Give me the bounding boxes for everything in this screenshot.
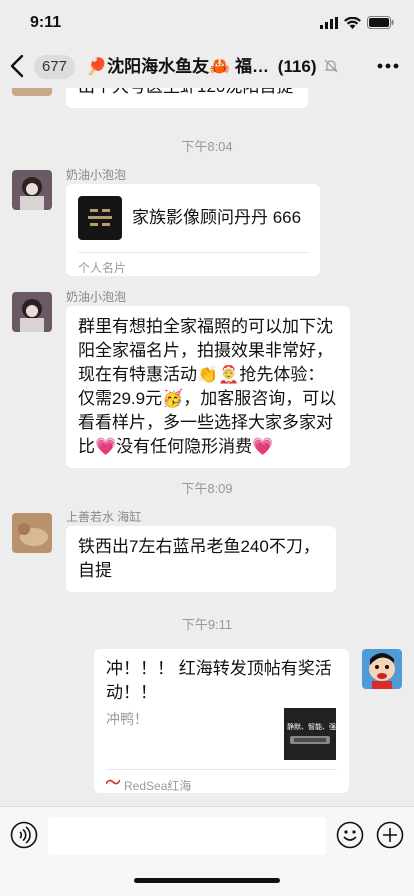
back-button[interactable] (10, 54, 30, 80)
prev-message-text: 出个大号医生虾120沈阳自提 (78, 88, 293, 96)
fish-message-text: 铁西出7左右蓝吊老鱼240不刀，自提 (78, 537, 320, 580)
promo-message-text: 群里有想拍全家福照的可以加下沈阳全家福名片，拍摄效果非常好，现在有特惠活动👏🤶抢… (78, 317, 337, 456)
my-avatar[interactable] (362, 649, 402, 689)
unread-count-badge[interactable]: 677 (34, 55, 76, 79)
sender-name: 奶油小泡泡 (66, 168, 127, 182)
battery-icon (367, 16, 394, 29)
divider (78, 252, 308, 253)
wifi-icon (344, 16, 361, 29)
prev-sender-avatar[interactable] (12, 88, 52, 96)
timestamp: 下午9:11 (181, 617, 233, 632)
more-dots-icon (377, 63, 399, 69)
link-card[interactable]: 冲！！！ 红海转发顶帖有奖活动！！ 冲鸭！ 静默、智能、强劲 RedSea红海 (94, 649, 349, 793)
contact-card-label: 个人名片 (78, 261, 127, 275)
link-card-description: 冲鸭！ (106, 711, 148, 727)
sender-avatar[interactable] (12, 292, 52, 332)
more-options-button[interactable] (376, 56, 400, 76)
mute-bell-icon (324, 59, 338, 73)
member-count: (116) (277, 57, 317, 76)
timestamp: 下午8:04 (181, 139, 233, 154)
avatar-image-icon (12, 170, 52, 210)
contact-card[interactable]: 家族影像顾问丹丹 666 个人名片 (66, 184, 320, 276)
link-card-title: 冲！！！ 红海转发顶帖有奖活动！！ (106, 659, 332, 702)
chat-title: 🏓沈阳海水鱼友🦀 福… (116) (86, 55, 356, 79)
status-bar: 9:11 (0, 0, 414, 46)
status-icons (320, 16, 394, 29)
sender-name: 上善若水 海缸 (66, 510, 142, 524)
cartoon-avatar-icon (362, 649, 402, 689)
link-card-source: RedSea红海 (124, 779, 192, 793)
promo-message-bubble[interactable]: 群里有想拍全家福照的可以加下沈阳全家福名片，拍摄效果非常好，现在有特惠活动👏🤶抢… (66, 306, 350, 468)
avatar-image-icon (12, 513, 52, 553)
group-name: 🏓沈阳海水鱼友🦀 福… (86, 57, 270, 76)
contact-card-name: 家族影像顾问丹丹 666 (132, 208, 302, 227)
emoji-button[interactable] (336, 821, 364, 849)
plus-icon (376, 821, 404, 849)
divider (106, 769, 337, 770)
chevron-left-icon (10, 54, 24, 78)
product-image-icon (290, 736, 330, 744)
prev-message-bubble[interactable]: 出个大号医生虾120沈阳自提 (66, 88, 308, 108)
signal-icon (320, 16, 338, 29)
timestamp: 下午8:09 (181, 481, 233, 496)
brand-logo-icon (88, 209, 112, 226)
contact-card-avatar (78, 196, 122, 240)
status-time: 9:11 (30, 14, 62, 31)
redsea-logo-icon (106, 779, 120, 785)
fish-message-bubble[interactable]: 铁西出7左右蓝吊老鱼240不刀，自提 (66, 526, 336, 592)
chat-messages[interactable]: 出个大号医生虾120沈阳自提 下午8:04 奶油小泡泡 家族影像顾问丹丹 666… (0, 88, 414, 806)
sender-name: 奶油小泡泡 (66, 290, 127, 304)
emoji-icon (336, 821, 364, 849)
sender-avatar[interactable] (12, 170, 52, 210)
add-button[interactable] (376, 821, 404, 849)
link-card-thumbnail: 静默、智能、强劲 (284, 708, 336, 760)
message-input[interactable] (48, 817, 326, 855)
avatar-image-icon (12, 292, 52, 332)
nav-bar: 677 🏓沈阳海水鱼友🦀 福… (116) (0, 46, 414, 88)
voice-icon (10, 821, 38, 849)
sender-avatar[interactable] (12, 513, 52, 553)
home-indicator[interactable] (134, 878, 280, 883)
voice-button[interactable] (10, 821, 38, 849)
